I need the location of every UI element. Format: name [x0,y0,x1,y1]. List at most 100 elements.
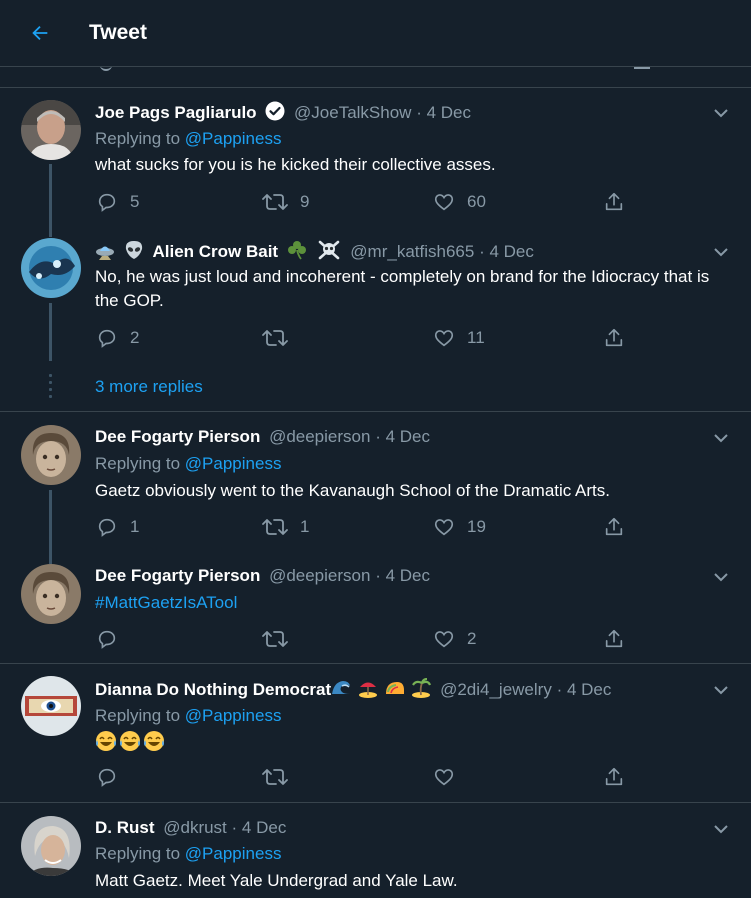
retweet-button[interactable]: 1 [262,515,309,539]
chevron-down-icon[interactable] [711,680,731,700]
avatar[interactable] [21,100,81,160]
display-name[interactable]: Dianna Do Nothing Democrat [95,680,331,699]
reply-icon [98,768,116,787]
thread-line [49,303,52,361]
share-button[interactable] [603,765,625,789]
back-button[interactable] [22,15,58,51]
chevron-down-icon[interactable] [711,428,731,448]
tweet[interactable]: Joe Pags Pagliarulo @JoeTalkShow · 4 Dec… [0,88,751,223]
reply-button[interactable]: 5 [96,190,139,214]
tweet-header: Dianna Do Nothing Democrat @2di4_jewelry… [95,678,611,700]
more-replies-link[interactable]: 3 more replies [95,376,203,398]
replying-to: Replying to @Pappiness [95,453,281,475]
share-button[interactable] [603,515,625,539]
replying-to-link[interactable]: @Pappiness [185,706,282,725]
tweet[interactable]: Alien Crow Bait @mr_katfish665 · 4 Dec N… [0,223,751,363]
share-button[interactable] [603,627,625,651]
chevron-down-icon[interactable] [711,242,731,262]
thread-line [49,552,52,564]
timestamp[interactable]: · 4 Dec [557,680,612,699]
replying-to-link[interactable]: @Pappiness [185,129,282,148]
display-name[interactable]: D. Rust [95,818,155,837]
handle[interactable]: @mr_katfish665 [350,242,474,261]
timestamp[interactable]: · 4 Dec [479,242,534,261]
display-name[interactable]: Dee Fogarty Pierson [95,427,260,446]
tweet-text: Matt Gaetz. Meet Yale Undergrad and Yale… [95,871,458,890]
reply-button[interactable] [96,627,130,651]
retweet-button[interactable] [262,765,300,789]
reply-button[interactable]: 2 [96,326,139,350]
handle[interactable]: @dkrust [163,818,227,837]
like-button[interactable]: 2 [433,627,476,651]
handle[interactable]: @deepierson [269,566,370,585]
like-button[interactable] [433,765,467,789]
avatar[interactable] [21,238,81,298]
reply-count: 5 [130,192,140,211]
like-button[interactable]: 11 [433,326,485,350]
tweet-header: D. Rust @dkrust · 4 Dec [95,817,286,839]
display-name[interactable]: Joe Pags Pagliarulo [95,103,257,122]
replying-to-link[interactable]: @Pappiness [185,454,282,473]
retweet-button[interactable] [262,326,300,350]
reply-button[interactable] [96,765,130,789]
heart-icon [434,194,454,211]
handle[interactable]: @JoeTalkShow [294,103,411,122]
avatar[interactable] [21,564,81,624]
like-button[interactable]: 19 [433,515,486,539]
timestamp[interactable]: · 4 Dec [232,818,287,837]
hashtag-link[interactable]: #MattGaetzIsATool [95,591,735,615]
skull-crossbones-emoji-icon [318,240,339,260]
tweet-header: Joe Pags Pagliarulo @JoeTalkShow · 4 Dec [95,101,471,123]
ufo-emoji-icon [96,246,114,260]
laughing-tears-emoji-icon [144,731,164,751]
heart-icon [434,330,454,347]
timestamp[interactable]: · 4 Dec [416,103,471,122]
chevron-down-icon[interactable] [711,103,731,123]
chevron-down-icon[interactable] [711,567,731,587]
replying-to: Replying to @Pappiness [95,128,281,150]
retweet-icon [262,769,288,785]
replying-to: Replying to @Pappiness [95,843,281,865]
reply-icon [98,193,116,212]
tweet[interactable]: Dee Fogarty Pierson @deepierson · 4 Dec … [0,552,751,664]
chevron-down-icon[interactable] [711,819,731,839]
tweet[interactable]: D. Rust @dkrust · 4 Dec Replying to @Pap… [0,803,751,898]
reply-icon [98,329,116,348]
replying-to-link[interactable]: @Pappiness [185,844,282,863]
replying-to-label: Replying to [95,129,181,148]
tweet-text: No, he was just loud and incoherent - co… [95,267,710,310]
island-emoji-icon [412,678,432,698]
handle[interactable]: @2di4_jewelry [440,680,552,699]
tweet-text: what sucks for you is he kicked their co… [95,155,496,174]
share-button[interactable] [603,190,625,214]
display-name[interactable]: Alien Crow Bait [152,242,278,261]
share-icon [605,629,623,648]
thread-dot [49,388,52,391]
like-count: 11 [467,328,485,347]
timestamp[interactable]: · 4 Dec [375,427,430,446]
handle[interactable]: @deepierson [269,427,370,446]
reply-button[interactable]: 1 [96,515,139,539]
avatar[interactable] [21,816,81,876]
tweet[interactable]: Dee Fogarty Pierson @deepierson · 4 Dec … [0,412,751,552]
wave-emoji-icon [332,681,351,694]
retweet-button[interactable] [262,627,300,651]
share-icon [605,192,623,211]
replying-to-label: Replying to [95,844,181,863]
like-count: 19 [467,517,486,536]
avatar[interactable] [21,676,81,736]
like-button[interactable]: 60 [433,190,486,214]
retweet-button[interactable]: 9 [262,190,309,214]
beach-umbrella-emoji-icon [358,682,377,698]
share-icon [605,767,623,786]
share-button[interactable] [603,326,625,350]
reply-count: 1 [130,517,140,536]
avatar[interactable] [21,425,81,485]
tweet[interactable]: Dianna Do Nothing Democrat @2di4_jewelry… [0,664,751,803]
timestamp[interactable]: · 4 Dec [375,566,430,585]
tweet-header: Dee Fogarty Pierson @deepierson · 4 Dec [95,426,430,448]
laughing-tears-emoji-icon [120,731,140,751]
thread-line [49,164,52,223]
thread-line [49,223,52,237]
display-name[interactable]: Dee Fogarty Pierson [95,566,260,585]
